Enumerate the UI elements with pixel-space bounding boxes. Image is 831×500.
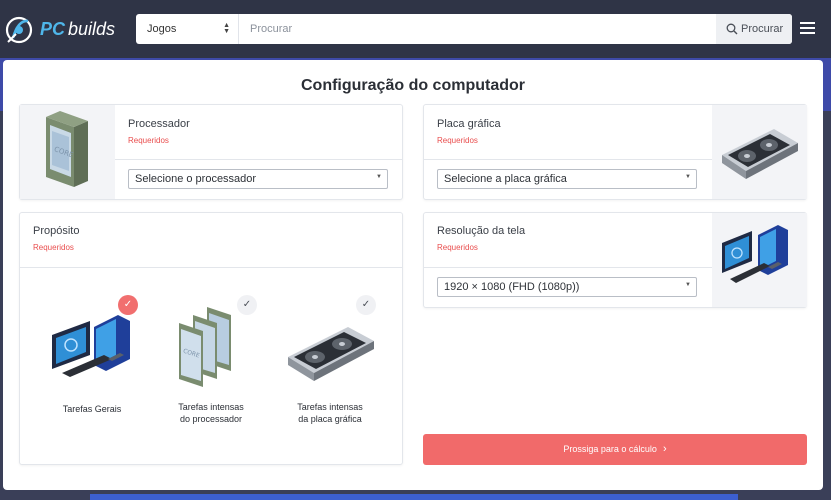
search-button[interactable]: Procurar [716,14,792,44]
purpose-option-cpu-label-line2: do processador [179,414,243,424]
cpu-icon: CORE [179,307,231,387]
resolution-select[interactable]: 1920 × 1080 (FHD (1080p)) ▼ [437,277,697,297]
processor-select-value: Selecione o processador [135,173,257,185]
gpu-select-value: Selecione a placa gráfica [444,173,567,185]
purpose-option-gpu[interactable]: ✓ Tarefas intensas da placa gráfica [270,273,390,463]
search-icon [726,23,738,35]
navbar: PC builds Jogos ▲ ▼ Procurar [0,0,831,58]
resolution-title: Resolução da tela [437,225,526,237]
purpose-option-general[interactable]: ✓ Tarefas Gerais [32,273,152,463]
search-bar: Jogos ▲ ▼ Procurar [136,14,792,44]
gpu-image [712,105,807,199]
processor-image: CORE [20,105,115,199]
purpose-option-general-label: Tarefas Gerais [62,404,122,414]
resolution-panel: Resolução da tela Requeridos 1920 × 1080… [423,212,807,308]
processor-title: Processador [128,118,190,130]
select-arrows-icon: ▲ ▼ [223,22,230,35]
purpose-option-gpu-label-line1: Tarefas intensas [297,402,363,412]
search-category-select[interactable]: Jogos ▲ ▼ [136,14,239,44]
logo-text-builds: builds [68,19,116,39]
processor-required-label: Requeridos [128,136,169,145]
chevron-down-icon: ▼ [685,282,691,288]
purpose-panel: Propósito Requeridos ✓ Tarefas Gerais ✓ [19,212,403,465]
bottom-banner-strip [90,494,738,500]
gpu-icon [722,129,798,179]
proceed-button-label: Prossiga para o cálculo [563,444,657,454]
resolution-image [712,213,807,307]
chevron-right-icon: › [662,443,667,455]
resolution-required-label: Requeridos [437,243,478,252]
gpu-panel: Placa gráfica Requeridos Selecione a pla… [423,104,807,200]
logo-icon [5,16,33,44]
proceed-button[interactable]: Prossiga para o cálculo › [423,434,807,465]
gpu-divider [424,159,712,160]
purpose-required-label: Requeridos [33,243,74,252]
cpu-icon: CORE [46,111,88,187]
computer-icon [722,225,788,283]
search-category-value: Jogos [147,23,177,35]
gpu-select[interactable]: Selecione a placa gráfica ▼ [437,169,697,189]
purpose-option-cpu[interactable]: ✓ CORE Tarefas intensas do processador [151,273,271,463]
page-title: Configuração do computador [301,77,525,94]
purpose-divider [20,267,403,268]
search-button-label: Procurar [741,23,784,35]
resolution-select-value: 1920 × 1080 (FHD (1080p)) [444,281,580,293]
processor-select[interactable]: Selecione o processador ▼ [128,169,388,189]
logo[interactable]: PC builds [4,14,116,46]
chevron-down-icon: ▼ [685,174,691,180]
purpose-option-gpu-label-line2: da placa gráfica [298,414,362,424]
purpose-title: Propósito [33,225,80,237]
processor-divider [115,159,403,160]
processor-panel: CORE Processador Requeridos Selecione o … [19,104,403,200]
gpu-title: Placa gráfica [437,118,501,130]
search-input[interactable] [240,14,716,44]
gpu-required-label: Requeridos [437,136,478,145]
configuration-card: Configuração do computador CORE Processa… [3,60,823,490]
gpu-icon [288,327,374,381]
resolution-divider [424,267,712,268]
chevron-down-icon: ▼ [376,174,382,180]
logo-text-pc: PC [40,19,66,39]
computer-icon [52,315,130,377]
menu-icon[interactable] [800,22,815,35]
purpose-option-cpu-label-line1: Tarefas intensas [178,402,244,412]
